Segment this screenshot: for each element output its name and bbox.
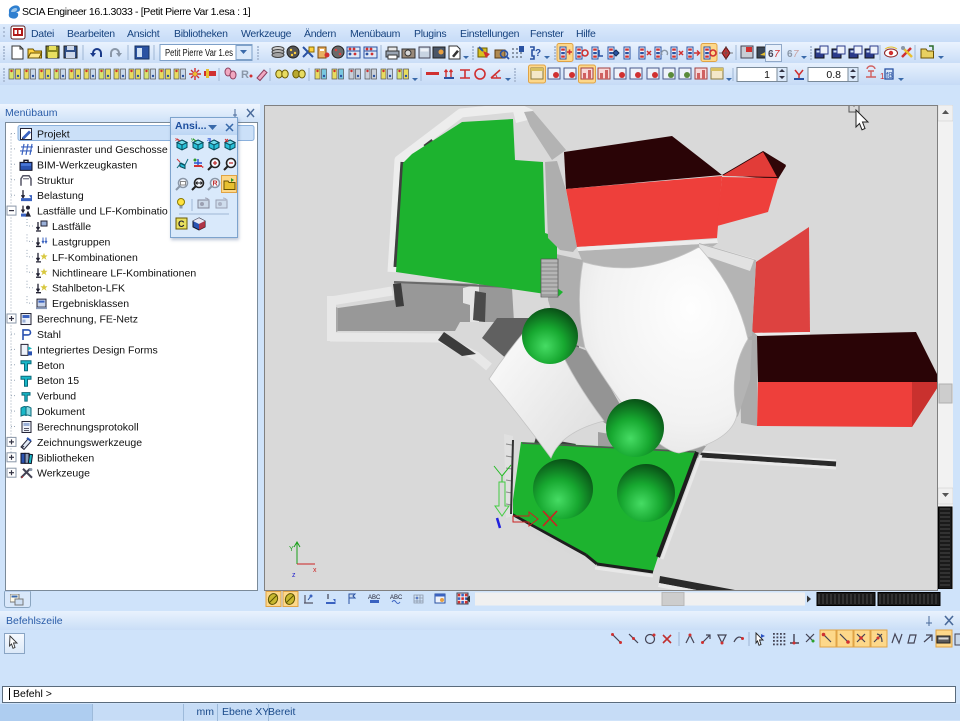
svg-text:Beton 15: Beton 15: [37, 375, 79, 387]
svg-text:BIM-Werkzeugkasten: BIM-Werkzeugkasten: [37, 159, 137, 171]
svg-text:x: x: [313, 567, 317, 574]
svg-text:7: 7: [774, 49, 780, 60]
svg-text:1: 1: [880, 72, 885, 81]
svg-text:Werkzeuge: Werkzeuge: [37, 468, 90, 480]
svg-text:ABC: ABC: [390, 595, 403, 601]
svg-text:f8: f8: [886, 71, 893, 80]
svg-text:Ergebnisklassen: Ergebnisklassen: [52, 298, 129, 310]
svg-text:Petit Pierre Var 1.es: Petit Pierre Var 1.es: [165, 48, 233, 59]
svg-text:Y: Y: [289, 546, 294, 553]
svg-text:Struktur: Struktur: [37, 175, 74, 187]
svg-text:Nichtlineare LF-Kombinationen: Nichtlineare LF-Kombinationen: [52, 267, 196, 279]
svg-text:Lastgruppen: Lastgruppen: [52, 236, 111, 248]
svg-text:Linienraster und Geschosse: Linienraster und Geschosse: [37, 144, 168, 156]
svg-text:1: 1: [764, 69, 770, 81]
svg-text:Berechnung, FE-Netz: Berechnung, FE-Netz: [37, 314, 138, 326]
svg-text:7: 7: [793, 49, 799, 60]
svg-text:Zeichnungswerkzeuge: Zeichnungswerkzeuge: [37, 437, 142, 449]
svg-text:C: C: [178, 219, 185, 229]
svg-text:Lastfälle und LF-Kombinatio: Lastfälle und LF-Kombinatio: [37, 206, 168, 218]
svg-text:Stahl: Stahl: [37, 329, 61, 341]
svg-text:Integriertes Design Forms: Integriertes Design Forms: [37, 344, 158, 356]
svg-text:LF-Kombinationen: LF-Kombinationen: [52, 252, 138, 264]
svg-text:0.8: 0.8: [826, 69, 841, 81]
svg-text:Stahlbeton-LFK: Stahlbeton-LFK: [52, 283, 125, 295]
svg-text:Berechnungsprotokoll: Berechnungsprotokoll: [37, 422, 139, 434]
svg-text:Verbund: Verbund: [37, 391, 76, 403]
svg-text:R: R: [213, 181, 218, 188]
svg-text:Belastung: Belastung: [37, 190, 84, 202]
svg-text:R: R: [241, 69, 249, 81]
svg-text:Dokument: Dokument: [37, 406, 85, 418]
svg-text:?: ?: [535, 48, 541, 59]
svg-text:Lastfälle: Lastfälle: [52, 221, 91, 233]
svg-text:Bibliotheken: Bibliotheken: [37, 452, 94, 464]
svg-text:Projekt: Projekt: [37, 129, 70, 141]
svg-text:z: z: [292, 572, 296, 579]
svg-text:Beton: Beton: [37, 360, 65, 372]
